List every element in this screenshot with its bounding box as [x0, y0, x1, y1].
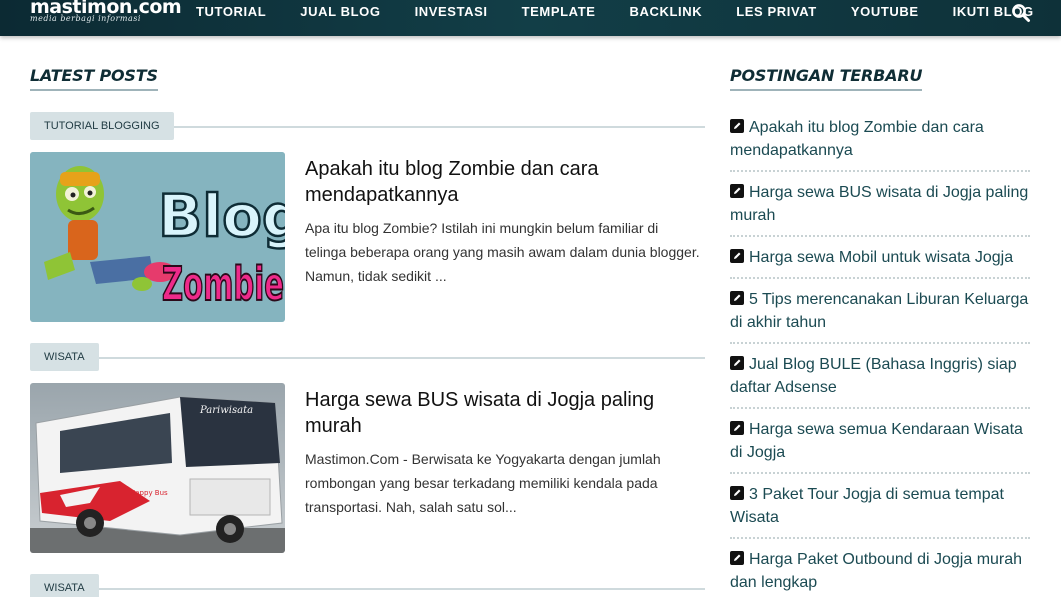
thumb-text-happybus: Happy Bus [130, 489, 168, 497]
category-row: WISATA [30, 343, 705, 371]
nav-item-investasi[interactable]: INVESTASI [415, 4, 488, 19]
zombie-thumbnail-image: Blog Zombie [30, 152, 285, 322]
recent-post-link[interactable]: Harga sewa semua Kendaraan Wisata di Jog… [730, 421, 1023, 461]
recent-post-title: 3 Paket Tour Jogja di semua tempat Wisat… [730, 486, 1004, 526]
thumb-text-pariwisata: Pariwisata [199, 405, 253, 416]
pencil-square-icon [730, 486, 744, 500]
category-divider [30, 588, 705, 590]
list-item: 3 Paket Tour Jogja di semua tempat Wisat… [730, 483, 1030, 539]
recent-post-title: Apakah itu blog Zombie dan cara mendapat… [730, 119, 984, 159]
post-title[interactable]: Apakah itu blog Zombie dan cara mendapat… [305, 156, 695, 208]
main-nav: TUTORIAL JUAL BLOG INVESTASI TEMPLATE BA… [196, 4, 1061, 19]
nav-item-youtube[interactable]: YOUTUBE [851, 4, 919, 19]
list-item: Harga sewa Mobil untuk wisata Jogja [730, 246, 1030, 279]
recent-post-title: Harga sewa BUS wisata di Jogja paling mu… [730, 184, 1029, 224]
pencil-square-icon [730, 119, 744, 133]
recent-post-link[interactable]: Harga Paket Outbound di Jogja murah dan … [730, 551, 1022, 591]
category-badge[interactable]: TUTORIAL BLOGGING [30, 112, 174, 140]
list-item: Apakah itu blog Zombie dan cara mendapat… [730, 116, 1030, 172]
post-title[interactable]: Harga sewa BUS wisata di Jogja paling mu… [305, 387, 695, 439]
nav-item-jual-blog[interactable]: JUAL BLOG [300, 4, 380, 19]
post-thumbnail[interactable]: Pariwisata Happy Bus [30, 383, 285, 553]
top-navbar: mastimon.com media berbagi informasi TUT… [0, 0, 1061, 36]
category-row: TUTORIAL BLOGGING [30, 112, 705, 140]
pencil-square-icon [730, 421, 744, 435]
recent-post-link[interactable]: Harga sewa BUS wisata di Jogja paling mu… [730, 184, 1028, 224]
list-item: Jual Blog BULE (Bahasa Inggris) siap daf… [730, 353, 1030, 409]
pencil-square-icon [730, 356, 744, 370]
latest-posts-heading: LATEST POSTS [30, 66, 158, 91]
recent-posts-heading: POSTINGAN TERBARU [730, 66, 922, 91]
pencil-square-icon [730, 291, 744, 305]
category-divider [30, 357, 705, 359]
category-badge[interactable]: WISATA [30, 574, 99, 597]
list-item: Harga sewa BUS wisata di Jogja paling mu… [730, 181, 1030, 237]
recent-post-title: Harga sewa semua Kendaraan Wisata di Jog… [730, 421, 1023, 461]
thumb-text-zombie: Zombie [162, 257, 284, 311]
post-card: TUTORIAL BLOGGING Blog Zombie Apakah itu… [30, 112, 705, 324]
recent-post-link[interactable]: Harga sewa Mobil untuk wisata Jogja [730, 249, 1013, 266]
post-excerpt: Mastimon.Com - Berwisata ke Yogyakarta d… [305, 451, 661, 515]
nav-item-les-privat[interactable]: LES PRIVAT [736, 4, 817, 19]
recent-posts-list: Apakah itu blog Zombie dan cara mendapat… [730, 116, 1030, 597]
pencil-square-icon [730, 184, 744, 198]
recent-post-link[interactable]: 5 Tips merencanakan Liburan Keluarga di … [730, 291, 1028, 331]
bus-thumbnail-image: Pariwisata Happy Bus [30, 383, 285, 553]
thumb-text-blog: Blog [158, 182, 285, 250]
search-icon[interactable] [1011, 3, 1031, 23]
post-card: WISATA Pariwisata Happy Bus Harga sewa B… [30, 343, 705, 555]
pencil-square-icon [730, 249, 744, 263]
site-logo[interactable]: mastimon.com media berbagi informasi [30, 0, 182, 23]
recent-post-link[interactable]: Jual Blog BULE (Bahasa Inggris) siap daf… [730, 356, 1017, 396]
pencil-square-icon [730, 551, 744, 565]
nav-item-template[interactable]: TEMPLATE [522, 4, 596, 19]
recent-post-title: Jual Blog BULE (Bahasa Inggris) siap daf… [730, 356, 1017, 396]
recent-post-title: 5 Tips merencanakan Liburan Keluarga di … [730, 291, 1029, 331]
recent-post-link[interactable]: Apakah itu blog Zombie dan cara mendapat… [730, 119, 984, 159]
category-row: WISATA [30, 574, 705, 597]
list-item: Harga sewa semua Kendaraan Wisata di Jog… [730, 418, 1030, 474]
nav-item-tutorial[interactable]: TUTORIAL [196, 4, 266, 19]
nav-item-backlink[interactable]: BACKLINK [630, 4, 703, 19]
recent-post-link[interactable]: 3 Paket Tour Jogja di semua tempat Wisat… [730, 486, 1004, 526]
category-badge[interactable]: WISATA [30, 343, 99, 371]
list-item: 5 Tips merencanakan Liburan Keluarga di … [730, 288, 1030, 344]
post-excerpt: Apa itu blog Zombie? Istilah ini mungkin… [305, 220, 700, 284]
recent-post-title: Harga Paket Outbound di Jogja murah dan … [730, 551, 1023, 591]
post-thumbnail[interactable]: Blog Zombie [30, 152, 285, 322]
list-item: Harga Paket Outbound di Jogja murah dan … [730, 548, 1030, 597]
post-card: WISATA [30, 574, 705, 597]
recent-post-title: Harga sewa Mobil untuk wisata Jogja [749, 249, 1014, 266]
